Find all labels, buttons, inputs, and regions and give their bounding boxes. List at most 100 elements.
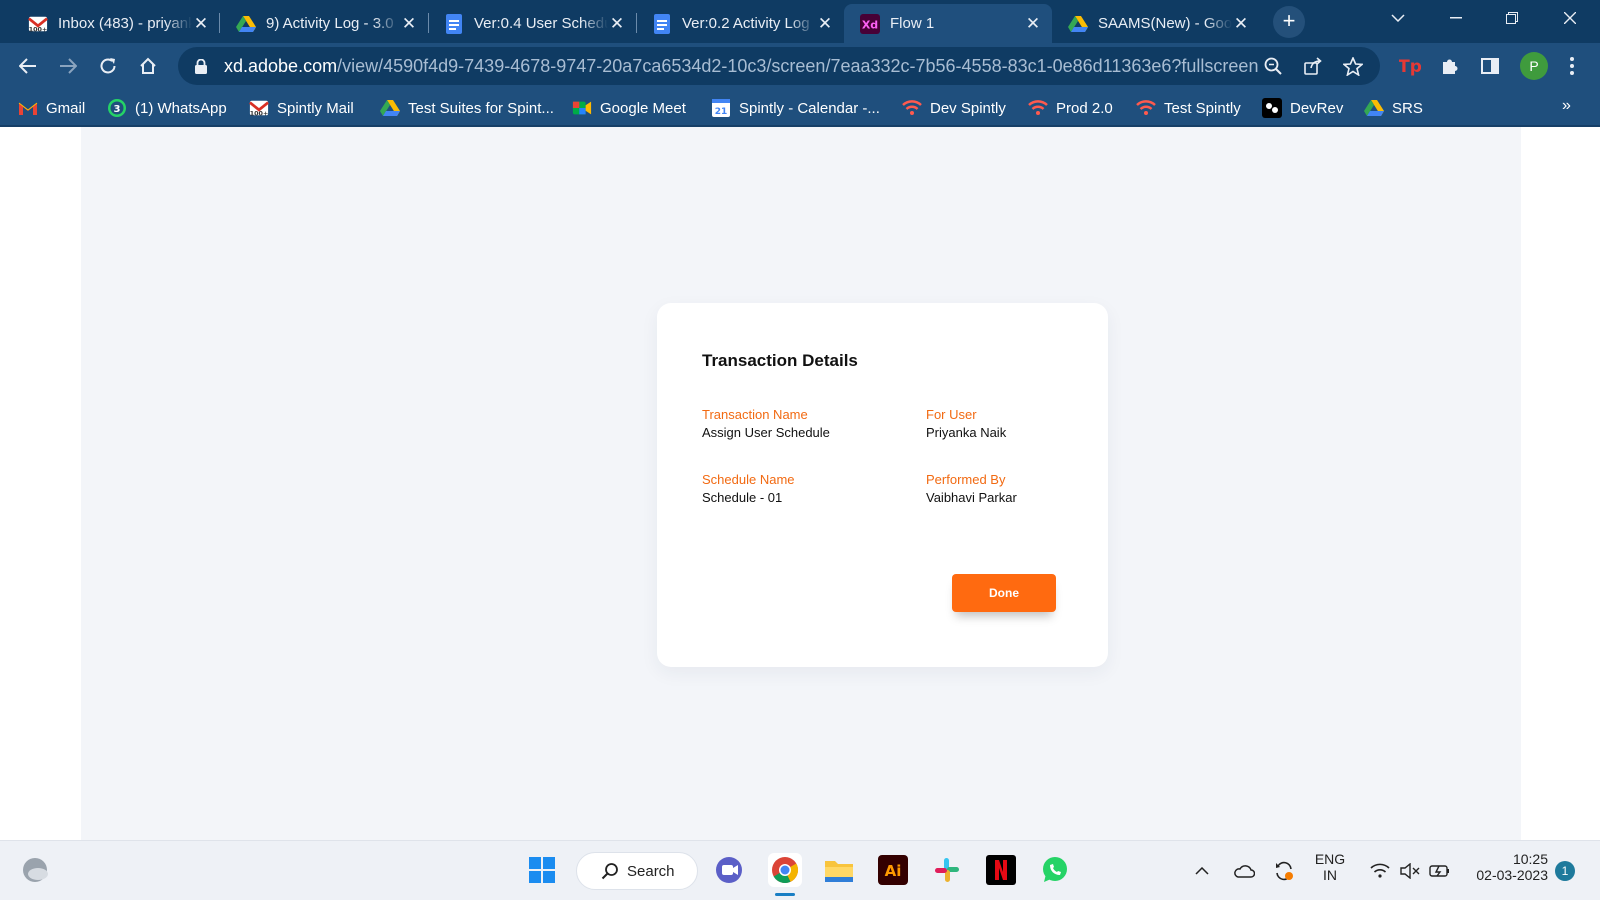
bookmark-srs[interactable]: SRS [1364, 96, 1423, 120]
tab-activity-log-doc[interactable]: Ver:0.2 Activity Log ✕ [636, 4, 844, 43]
active-app-indicator [775, 893, 795, 896]
adobe-illustrator-icon[interactable]: Ai [876, 853, 910, 887]
share-icon[interactable] [1300, 53, 1326, 79]
browser-tab-strip: 100+ Inbox (483) - priyanka ✕ 9) Activit… [0, 0, 1600, 43]
onedrive-cloud-icon[interactable] [1232, 860, 1256, 882]
menu-kebab-icon[interactable] [1558, 52, 1586, 80]
tab-title: 9) Activity Log - 3.0 [266, 15, 394, 32]
lock-icon[interactable] [192, 58, 210, 74]
profile-avatar[interactable]: P [1520, 52, 1548, 80]
done-button[interactable]: Done [952, 574, 1056, 612]
adobe-xd-icon: Xd [860, 13, 880, 34]
bookmark-spintly-calendar[interactable]: 21 Spintly - Calendar -... [711, 96, 880, 120]
bookmark-label: Dev Spintly [930, 99, 1006, 117]
close-window-icon[interactable] [1548, 0, 1592, 36]
tab-user-schedule[interactable]: Ver:0.4 User Schedule ✕ [428, 4, 636, 43]
weather-widget-icon[interactable] [18, 853, 52, 887]
bookmark-gmail[interactable]: Gmail [18, 96, 85, 120]
volume-muted-icon[interactable] [1398, 860, 1422, 882]
zoom-icon[interactable] [1260, 53, 1286, 79]
xd-artboard: Transaction Details Transaction Name Ass… [81, 127, 1521, 840]
close-icon[interactable]: ✕ [816, 14, 834, 34]
whatsapp-icon[interactable] [1038, 853, 1072, 887]
language-indicator[interactable]: ENG IN [1310, 851, 1350, 883]
region-code: IN [1323, 867, 1337, 883]
clock-date: 02-03-2023 [1476, 867, 1548, 883]
clock-time: 10:25 [1512, 851, 1548, 867]
taskbar-search-label: Search [627, 862, 675, 880]
tab-inbox[interactable]: 100+ Inbox (483) - priyanka ✕ [12, 4, 220, 43]
google-drive-icon [1068, 14, 1088, 34]
bookmark-test-suites[interactable]: Test Suites for Spint... [380, 96, 554, 120]
bookmark-spintly-mail[interactable]: 100+ Spintly Mail [249, 96, 354, 120]
tab-flow-1[interactable]: Xd Flow 1 ✕ [844, 4, 1052, 43]
gmail-icon [18, 98, 38, 118]
address-bar[interactable]: xd.adobe.com/view/4590f4d9-7439-4678-974… [178, 47, 1380, 85]
bookmark-star-icon[interactable] [1340, 53, 1366, 79]
bookmarks-bar: Gmail 3 (1) WhatsApp 100+ Spintly Mail T… [0, 89, 1600, 127]
back-button[interactable] [14, 52, 42, 80]
tab-saams[interactable]: SAAMS(New) - Google ✕ [1052, 4, 1260, 43]
notification-badge[interactable]: 1 [1555, 861, 1575, 881]
bookmark-label: Test Suites for Spint... [408, 99, 554, 117]
close-icon[interactable]: ✕ [1232, 14, 1250, 34]
chrome-icon[interactable] [768, 853, 802, 887]
transaction-name-label: Transaction Name [702, 407, 808, 422]
for-user-value: Priyanka Naik [926, 425, 1007, 440]
svg-text:Xd: Xd [862, 18, 878, 31]
forward-button[interactable] [54, 52, 82, 80]
wifi-icon[interactable] [1368, 860, 1392, 882]
tab-search-chevron-icon[interactable] [1376, 0, 1420, 36]
url-path: /view/4590f4d9-7439-4678-9747-20a7ca6534… [337, 55, 1259, 76]
home-button[interactable] [134, 52, 162, 80]
page-viewport: Transaction Details Transaction Name Ass… [0, 127, 1600, 840]
devrev-icon [1262, 98, 1282, 118]
close-icon[interactable]: ✕ [400, 14, 418, 34]
sync-icon[interactable] [1272, 860, 1296, 882]
url-text[interactable]: xd.adobe.com/view/4590f4d9-7439-4678-974… [224, 56, 1260, 77]
search-icon [601, 863, 618, 880]
bookmark-label: Google Meet [600, 99, 686, 117]
clock[interactable]: 10:25 02-03-2023 [1460, 851, 1548, 883]
bookmark-label: SRS [1392, 99, 1423, 117]
bookmark-label: DevRev [1290, 99, 1344, 117]
tab-activity-log[interactable]: 9) Activity Log - 3.0 ✕ [220, 4, 428, 43]
taskbar-search[interactable]: Search [576, 852, 698, 890]
close-icon[interactable]: ✕ [1024, 14, 1042, 34]
bookmarks-overflow-button[interactable]: » [1562, 97, 1571, 115]
bookmark-label: Test Spintly [1164, 99, 1241, 117]
google-docs-icon [444, 13, 464, 34]
minimize-icon[interactable] [1434, 0, 1478, 36]
start-windows-icon[interactable] [525, 853, 559, 887]
battery-charging-icon[interactable] [1428, 860, 1452, 882]
transaction-name-value: Assign User Schedule [702, 425, 830, 440]
reload-button[interactable] [94, 52, 122, 80]
for-user-label: For User [926, 407, 977, 422]
restore-icon[interactable] [1490, 0, 1534, 36]
google-drive-icon [380, 98, 400, 118]
bookmark-test-spintly[interactable]: Test Spintly [1136, 96, 1241, 120]
bookmark-devrev[interactable]: DevRev [1262, 96, 1343, 120]
svg-text:Ai: Ai [885, 862, 902, 880]
bookmark-whatsapp[interactable]: 3 (1) WhatsApp [107, 96, 227, 120]
close-icon[interactable]: ✕ [192, 14, 210, 34]
svg-text:Tp: Tp [1399, 57, 1421, 76]
bookmark-prod[interactable]: Prod 2.0 [1028, 96, 1113, 120]
side-panel-icon[interactable] [1476, 52, 1504, 80]
bookmark-label: Gmail [46, 99, 86, 117]
tab-title: Inbox (483) - priyanka [58, 15, 192, 32]
new-tab-button[interactable]: + [1273, 6, 1305, 38]
tab-title: Flow 1 [890, 15, 935, 32]
show-hidden-icons-chevron-icon[interactable] [1190, 860, 1214, 882]
slack-icon[interactable] [930, 853, 964, 887]
file-explorer-icon[interactable] [822, 853, 856, 887]
bookmark-label: Prod 2.0 [1056, 99, 1113, 117]
bookmark-dev-spintly[interactable]: Dev Spintly [902, 96, 1006, 120]
bookmark-google-meet[interactable]: Google Meet [572, 96, 686, 120]
netflix-icon[interactable] [984, 853, 1018, 887]
google-drive-icon [236, 14, 256, 34]
close-icon[interactable]: ✕ [608, 14, 626, 34]
extension-tp-icon[interactable]: Tp [1396, 52, 1424, 80]
extensions-puzzle-icon[interactable] [1436, 52, 1464, 80]
teams-chat-icon[interactable] [712, 853, 746, 887]
